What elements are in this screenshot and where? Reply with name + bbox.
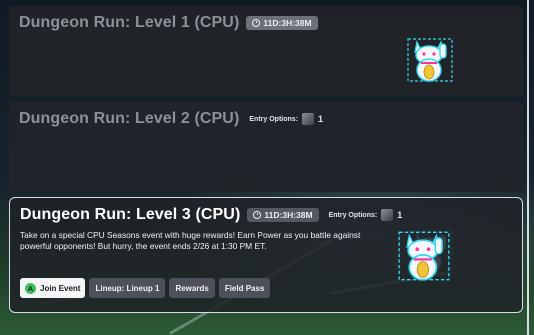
rewards-button[interactable]: Rewards (169, 278, 215, 298)
entry-options-label: Entry Options: (328, 211, 378, 219)
event-timer: 11D:3H:38M (246, 16, 318, 30)
lucky-cat-icon (398, 231, 450, 281)
lineup-button[interactable]: Lineup: Lineup 1 (89, 278, 166, 298)
join-event-button[interactable]: A Join Event (20, 278, 86, 298)
field-pass-button[interactable]: Field Pass (218, 278, 271, 298)
event-title: Dungeon Run: Level 1 (CPU) (19, 14, 240, 31)
clock-icon (252, 19, 261, 27)
entry-options: Entry Options: 1 (249, 113, 323, 125)
clock-icon (253, 211, 262, 219)
event-title: Dungeon Run: Level 3 (CPU) (20, 206, 241, 223)
event-timer: 11D:3H:38M (247, 208, 319, 222)
timer-text: 11D:3H:38M (264, 210, 313, 220)
entry-token-icon (381, 209, 394, 221)
event-card-level-1[interactable]: Dungeon Run: Level 1 (CPU) 11D:3H:38M (9, 6, 523, 96)
entry-options-label: Entry Options: (249, 115, 299, 123)
entry-token-icon (302, 113, 315, 125)
entry-count: 1 (318, 114, 324, 124)
scroll-edge-line (527, 0, 529, 335)
join-event-label: Join Event (40, 283, 81, 293)
timer-text: 11D:3H:38M (263, 18, 312, 28)
event-card-level-2[interactable]: Dungeon Run: Level 2 (CPU) Entry Options… (9, 102, 523, 274)
a-button-icon: A (25, 282, 36, 294)
entry-count: 1 (397, 210, 403, 220)
entry-options: Entry Options: 1 (328, 209, 403, 221)
event-actions: A Join Event Lineup: Lineup 1 Rewards Fi… (20, 278, 271, 298)
lucky-cat-icon (407, 38, 453, 82)
event-description: Take on a special CPU Seasons event with… (20, 230, 361, 251)
event-title: Dungeon Run: Level 2 (CPU) (19, 110, 240, 127)
